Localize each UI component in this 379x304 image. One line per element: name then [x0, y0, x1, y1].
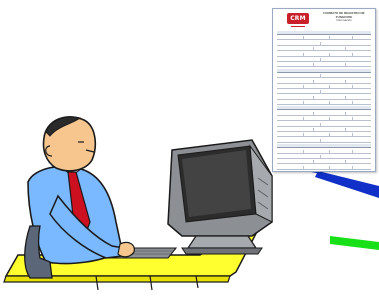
form-body [277, 31, 371, 170]
form-field-row [277, 144, 371, 149]
form-field-row [277, 90, 371, 95]
registration-form-document: CRM FORMATO DE REGISTRO DE FUNGICIDE Inf… [272, 8, 376, 172]
form-field-row [277, 122, 371, 127]
form-title: FORMATO DE REGISTRO DE FUNGICIDE Informa… [315, 11, 373, 23]
form-field-row [277, 68, 371, 73]
form-field-row [277, 106, 371, 111]
form-field-row [277, 133, 371, 138]
form-field-row [277, 128, 371, 133]
form-title-line-3: Información [336, 18, 352, 23]
form-field-row [277, 117, 371, 122]
form-field-row [277, 138, 371, 143]
form-field-row [277, 79, 371, 84]
form-field-row [277, 31, 371, 35]
computer-monitor [167, 139, 273, 255]
green-bar [330, 236, 379, 250]
crm-logo: CRM [287, 13, 309, 27]
form-field-row [277, 149, 371, 154]
form-field-row [277, 52, 371, 57]
form-field-row [277, 41, 371, 46]
worker-figure [24, 116, 135, 279]
form-field-row [277, 84, 371, 89]
form-field-row [277, 160, 371, 165]
form-field-row [277, 63, 371, 68]
form-field-row [277, 171, 371, 172]
form-field-row [277, 47, 371, 52]
form-field-row [277, 74, 371, 79]
form-field-row [277, 101, 371, 106]
form-field-row [277, 154, 371, 159]
form-header: CRM FORMATO DE REGISTRO DE FUNGICIDE Inf… [273, 9, 375, 31]
form-field-row [277, 165, 371, 170]
form-field-row [277, 57, 371, 62]
form-field-row [277, 95, 371, 100]
form-field-row [277, 111, 371, 116]
form-field-row [277, 36, 371, 41]
